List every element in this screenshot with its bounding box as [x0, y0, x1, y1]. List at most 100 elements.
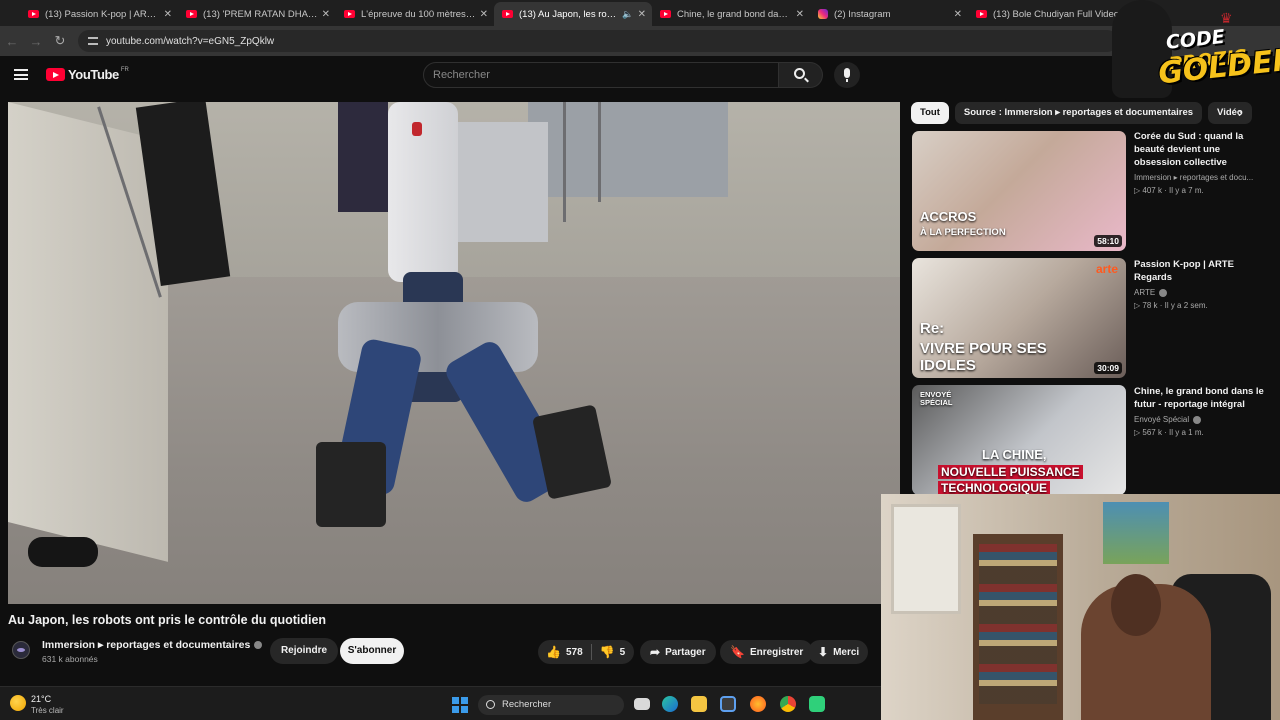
video-title: Au Japon, les robots ont pris le contrôl…	[8, 613, 327, 627]
arte-logo: arte	[1095, 262, 1118, 276]
video-frame-post	[598, 102, 601, 202]
address-bar[interactable]: youtube.com/watch?v=eGN5_ZpQklw	[78, 30, 1118, 52]
verified-icon	[254, 641, 263, 650]
video-frame-shoe	[28, 537, 98, 567]
recommendation-thumbnail[interactable]: ENVOYÉ SPÉCIAL LA CHINE, NOUVELLE PUISSA…	[912, 385, 1126, 495]
webcam-window	[891, 504, 961, 614]
tab-title: (13) Au Japon, les robots ont pris le co…	[519, 8, 618, 20]
filter-chips: Tout Source : Immersion ▸ reportages et …	[911, 102, 1258, 124]
close-tab-icon[interactable]: ✕	[322, 9, 330, 20]
thumbnail-text: LA CHINE,	[982, 447, 1047, 462]
share-button[interactable]: ➦ Partager	[640, 640, 716, 664]
task-view-icon[interactable]	[634, 698, 650, 710]
thumbnail-text: ACCROS	[920, 209, 977, 224]
thumbnail-text: TECHNOLOGIQUE	[938, 481, 1051, 495]
microphone-icon	[844, 68, 850, 82]
weather-temperature[interactable]: 21°C	[31, 694, 51, 704]
youtube-favicon-icon	[186, 10, 197, 18]
video-frame-curtain	[338, 102, 388, 212]
browser-tab-active[interactable]: (13) Au Japon, les robots ont pris le co…	[494, 2, 652, 26]
youtube-favicon-icon	[344, 10, 355, 18]
chip-videos[interactable]: Vidéo	[1208, 102, 1252, 124]
search-button[interactable]	[779, 62, 823, 88]
save-button[interactable]: 🔖 Enregistrer	[720, 640, 814, 664]
browser-tab[interactable]: (13) 'PREM RATAN DHAN PAYO' ✕	[178, 2, 336, 26]
tab-title: (2) Instagram	[834, 8, 891, 20]
close-tab-icon[interactable]: ✕	[480, 9, 488, 20]
voice-search-button[interactable]	[834, 62, 860, 88]
browser-tab[interactable]: (13) Passion K-pop | ARTE Regards ✕	[20, 2, 178, 26]
browser-tab[interactable]: Chine, le grand bond dans le futur ✕	[652, 2, 810, 26]
chevron-right-icon[interactable]: ›	[1238, 104, 1243, 120]
forward-arrow-icon[interactable]: →	[24, 34, 48, 49]
tab-title: Chine, le grand bond dans le futur	[677, 8, 792, 20]
close-tab-icon[interactable]: ✕	[164, 9, 172, 20]
tab-title: (13) Passion K-pop | ARTE Regards	[45, 8, 160, 20]
subscribe-button[interactable]: S'abonner	[340, 638, 404, 664]
join-button[interactable]: Rejoindre	[270, 638, 338, 664]
webcam-streamer-head	[1111, 574, 1161, 636]
back-arrow-icon[interactable]: ←	[0, 34, 24, 49]
share-icon: ➦	[650, 645, 661, 659]
chrome-icon[interactable]	[780, 696, 796, 712]
taskbar-search[interactable]: Rechercher	[478, 695, 624, 715]
store-icon[interactable]	[720, 696, 736, 712]
channel-name[interactable]: Immersion ▸ reportages et documentaires	[42, 639, 263, 651]
browser-toolbar: ← → ↻ youtube.com/watch?v=eGN5_ZpQklw	[0, 26, 1280, 56]
close-tab-icon[interactable]: ✕	[954, 9, 962, 20]
windows-start-icon[interactable]	[452, 697, 468, 713]
like-button[interactable]: 👍 578	[538, 640, 591, 664]
recommendation-stats: ▷ 407 k · Il y a 7 m.	[1134, 186, 1204, 195]
recommendation-channel[interactable]: Immersion ▸ reportages et docu...	[1134, 171, 1264, 184]
channel-name-text: Immersion ▸ reportages et documentaires	[42, 639, 251, 651]
youtube-header: YouTube FR Rechercher	[0, 56, 1280, 96]
audio-playing-icon[interactable]: 🔈	[622, 9, 633, 20]
thumbnail-text: À LA PERFECTION	[920, 227, 1006, 238]
thumbnail-tag: ENVOYÉ SPÉCIAL	[920, 390, 953, 407]
share-label: Partager	[665, 646, 706, 658]
channel-avatar[interactable]	[12, 641, 30, 659]
youtube-logo-text: YouTube	[68, 67, 119, 82]
chip-all[interactable]: Tout	[911, 102, 949, 124]
recommendation-thumbnail[interactable]: arte Re: VIVRE POUR SES IDOLES 30:09	[912, 258, 1126, 378]
tab-title: (13) 'PREM RATAN DHAN PAYO'	[203, 8, 318, 20]
thumbnail-text: Re:	[920, 320, 945, 337]
recommendation-title[interactable]: Corée du Sud : quand la beauté devient u…	[1134, 130, 1266, 169]
edge-icon[interactable]	[662, 696, 678, 712]
firefox-icon[interactable]	[750, 696, 766, 712]
close-tab-icon[interactable]: ✕	[638, 9, 646, 20]
recommendation-thumbnail[interactable]: ACCROS À LA PERFECTION 58:10	[912, 131, 1126, 251]
recommendation-channel[interactable]: ARTE	[1134, 286, 1264, 299]
app-icon[interactable]	[809, 696, 825, 712]
chip-source[interactable]: Source : Immersion ▸ reportages et docum…	[954, 102, 1203, 124]
browser-tab[interactable]: L'épreuve du 100 mètres | Documentaire ✕	[336, 2, 494, 26]
video-frame-standing-robot	[388, 102, 458, 282]
thanks-button[interactable]: ⬇ Merci	[808, 640, 868, 664]
subscriber-count: 631 k abonnés	[42, 654, 98, 664]
close-tab-icon[interactable]: ✕	[796, 9, 804, 20]
video-player[interactable]	[8, 102, 900, 604]
file-explorer-icon[interactable]	[691, 696, 707, 712]
dislike-button[interactable]: 👎 5	[592, 640, 634, 664]
browser-tab[interactable]: (2) Instagram ✕	[810, 2, 968, 26]
weather-sun-icon[interactable]	[10, 695, 26, 711]
youtube-favicon-icon	[502, 10, 513, 18]
channel-text: Envoyé Spécial	[1134, 415, 1190, 424]
reload-icon[interactable]: ↻	[48, 33, 72, 49]
weather-description[interactable]: Très clair	[31, 706, 64, 715]
recommendation-channel[interactable]: Envoyé Spécial	[1134, 413, 1264, 426]
search-input[interactable]: Rechercher	[423, 62, 779, 88]
youtube-favicon-icon	[660, 10, 671, 18]
site-info-icon[interactable]	[88, 37, 98, 45]
tab-title: (13) Bole Chudiyan Full Video	[993, 8, 1120, 20]
bookmark-icon: 🔖	[730, 645, 745, 659]
youtube-logo[interactable]: YouTube FR	[46, 67, 129, 82]
browser-tab[interactable]: (13) Bole Chudiyan Full Video	[968, 2, 1126, 26]
menu-icon[interactable]	[14, 69, 28, 80]
recommendation-stats: ▷ 78 k · Il y a 2 sem.	[1134, 301, 1208, 310]
recommendation-title[interactable]: Chine, le grand bond dans le futur - rep…	[1134, 385, 1266, 411]
recommendation-title[interactable]: Passion K-pop | ARTE Regards	[1134, 258, 1266, 284]
thumbnail-text: NOUVELLE PUISSANCE	[938, 465, 1083, 479]
video-frame-robot-foot	[316, 442, 386, 527]
video-frame-post	[563, 102, 566, 222]
